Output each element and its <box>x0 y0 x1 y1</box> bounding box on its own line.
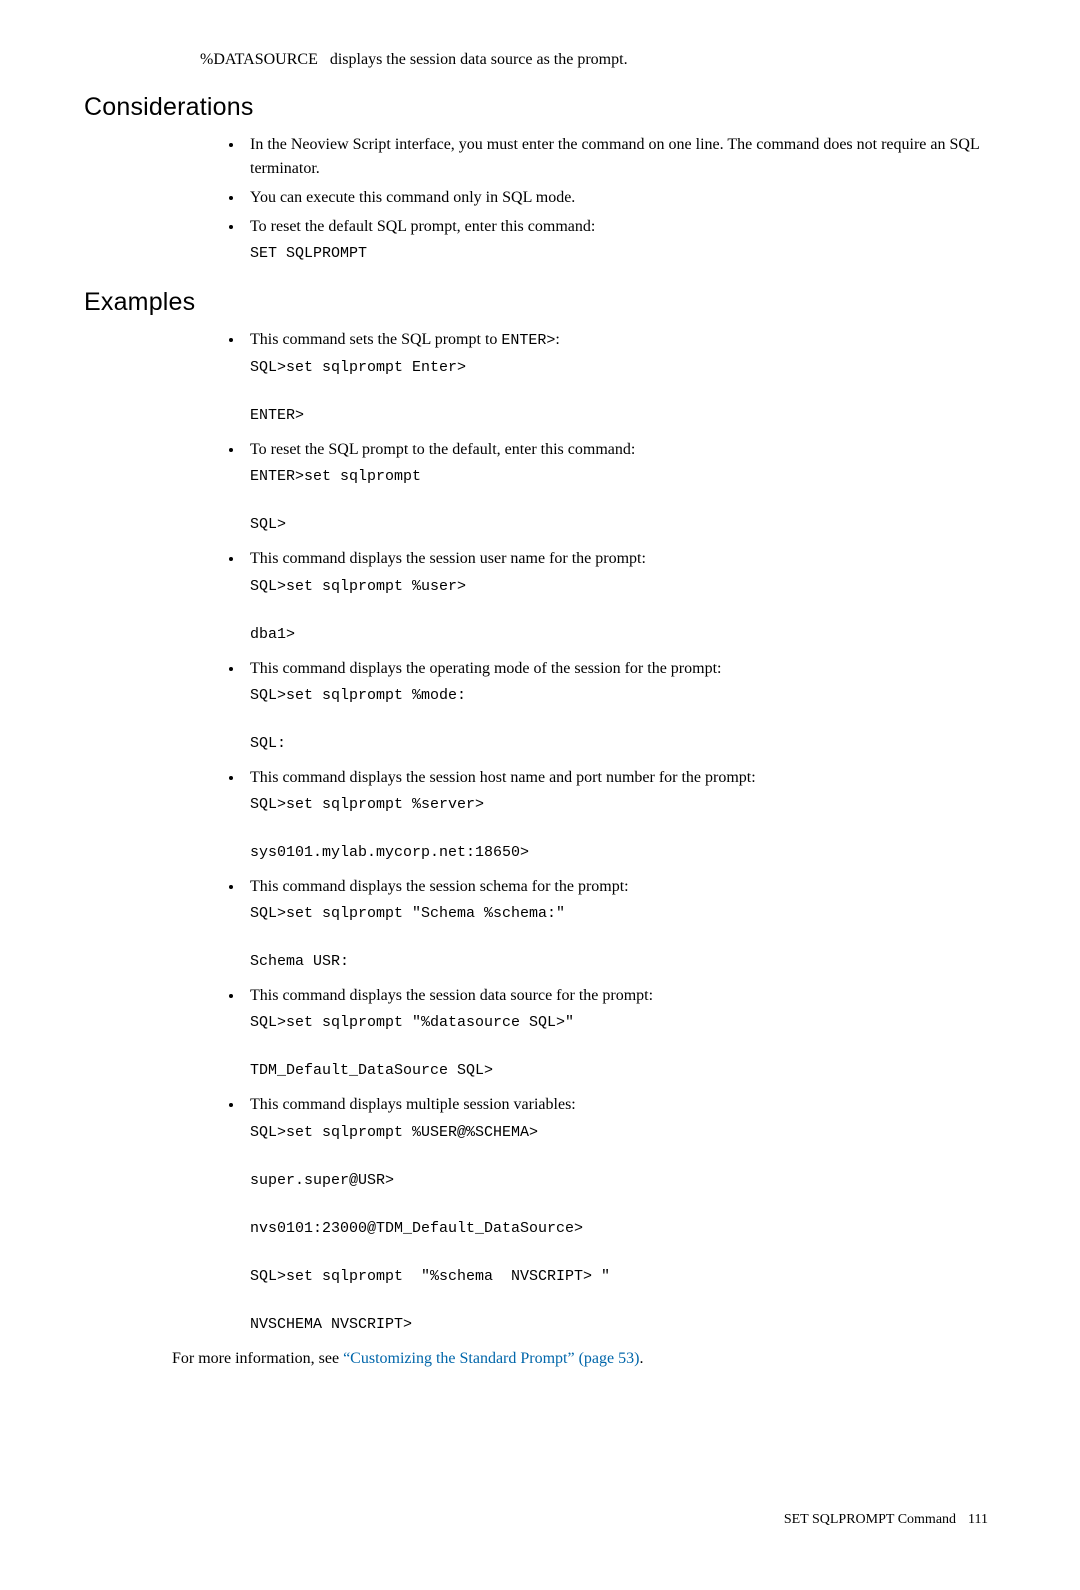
example-lead: This command displays the session schema… <box>250 875 996 898</box>
example-code: SQL>set sqlprompt %user> dba1> <box>250 575 996 647</box>
intro-desc: displays the session data source as the … <box>330 51 628 68</box>
example-lead: This command displays the session host n… <box>250 766 996 789</box>
example-code: SQL>set sqlprompt %USER@%SCHEMA> super.s… <box>250 1121 996 1337</box>
example-lead: To reset the SQL prompt to the default, … <box>250 438 996 461</box>
considerations-item-2: You can execute this command only in SQL… <box>250 189 575 206</box>
list-item: To reset the SQL prompt to the default, … <box>244 438 996 537</box>
example-lead: This command displays the session data s… <box>250 984 996 1007</box>
closing-pre: For more information, see <box>172 1350 343 1367</box>
considerations-item-3: To reset the default SQL prompt, enter t… <box>250 215 996 238</box>
list-item: This command displays the session data s… <box>244 984 996 1083</box>
intro-var: %DATASOURCE <box>200 51 318 68</box>
considerations-code: SET SQLPROMPT <box>250 242 996 266</box>
examples-list: This command sets the SQL prompt to ENTE… <box>244 328 996 1336</box>
list-item: This command displays the operating mode… <box>244 657 996 756</box>
intro-row: %DATASOURCE displays the session data so… <box>200 48 996 71</box>
closing-post: . <box>639 1350 643 1367</box>
page-footer: SET SQLPROMPT Command 111 <box>84 1510 996 1530</box>
example-code: SQL>set sqlprompt %mode: SQL: <box>250 684 996 756</box>
example-code: SQL>set sqlprompt %server> sys0101.mylab… <box>250 793 996 865</box>
example-lead: This command displays the operating mode… <box>250 657 996 680</box>
example-lead-text: This command sets the SQL prompt to <box>250 331 501 348</box>
example-lead: This command displays the session user n… <box>250 547 996 570</box>
list-item: In the Neoview Script interface, you mus… <box>244 133 996 179</box>
closing-line: For more information, see “Customizing t… <box>172 1347 996 1370</box>
considerations-item-1: In the Neoview Script interface, you mus… <box>250 136 979 176</box>
considerations-list: In the Neoview Script interface, you mus… <box>244 133 996 266</box>
heading-examples: Examples <box>84 284 996 320</box>
footer-label: SET SQLPROMPT Command <box>784 1512 956 1527</box>
example-code: ENTER>set sqlprompt SQL> <box>250 465 996 537</box>
list-item: This command sets the SQL prompt to ENTE… <box>244 328 996 428</box>
heading-considerations: Considerations <box>84 89 996 125</box>
list-item: This command displays the session schema… <box>244 875 996 974</box>
list-item: You can execute this command only in SQL… <box>244 186 996 209</box>
example-lead-tail: : <box>555 331 559 348</box>
example-lead: This command displays multiple session v… <box>250 1093 996 1116</box>
list-item: This command displays the session host n… <box>244 766 996 865</box>
footer-page-number: 111 <box>968 1512 988 1527</box>
list-item: This command displays multiple session v… <box>244 1093 996 1336</box>
closing-link[interactable]: “Customizing the Standard Prompt” (page … <box>343 1350 639 1367</box>
list-item: To reset the default SQL prompt, enter t… <box>244 215 996 266</box>
example-code: SQL>set sqlprompt "Schema %schema:" Sche… <box>250 902 996 974</box>
example-code: SQL>set sqlprompt "%datasource SQL>" TDM… <box>250 1011 996 1083</box>
example-inline-code: ENTER> <box>501 332 555 349</box>
example-code: SQL>set sqlprompt Enter> ENTER> <box>250 356 996 428</box>
example-lead: This command sets the SQL prompt to ENTE… <box>250 328 996 352</box>
list-item: This command displays the session user n… <box>244 547 996 646</box>
